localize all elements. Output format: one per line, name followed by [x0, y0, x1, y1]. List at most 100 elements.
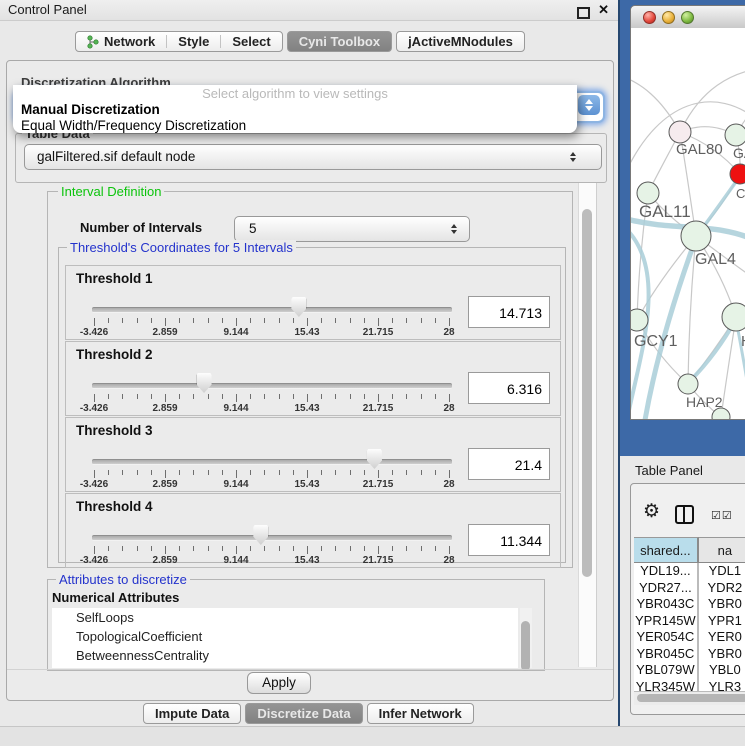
slider-track[interactable] [92, 307, 452, 313]
network-node-GAL80[interactable] [669, 121, 691, 143]
table-data-stepper[interactable] [570, 145, 576, 169]
dropdown-placeholder-item[interactable]: Select algorithm to view settings [13, 85, 577, 102]
tick-label: 9.144 [223, 403, 248, 414]
tick-mark [293, 318, 294, 323]
close-traffic-button[interactable] [643, 11, 656, 24]
network-node-GAL11[interactable] [637, 182, 659, 204]
table-row[interactable]: YDL19...YDL1 [634, 563, 745, 580]
slider-track[interactable] [92, 383, 452, 389]
tick-mark [193, 470, 194, 475]
tab-segment-jactive: jActiveMNodules [396, 31, 525, 52]
scrollbar-thumb[interactable] [582, 209, 592, 577]
tab-impute-data[interactable]: Impute Data [144, 704, 240, 723]
network-node-HAP2[interactable] [678, 374, 698, 394]
apply-button[interactable]: Apply [247, 672, 311, 694]
close-icon[interactable]: ✕ [598, 2, 609, 18]
attributes-to-discretize-group: Attributes to discretize Numerical Attri… [47, 579, 545, 671]
table-row[interactable]: YBR043CYBR0 [634, 596, 745, 613]
network-edge[interactable] [680, 68, 745, 132]
gear-icon[interactable]: ⚙ [643, 500, 660, 523]
tick-mark [364, 470, 365, 475]
tab-infer-network[interactable]: Infer Network [368, 704, 473, 723]
slider-track[interactable] [92, 459, 452, 465]
list-item[interactable]: SelfLoops [52, 608, 518, 627]
tick-label: 21.715 [363, 479, 394, 490]
scrollbar-thumb[interactable] [521, 621, 530, 671]
tab-network[interactable]: Network [76, 32, 166, 51]
number-of-intervals-stepper[interactable] [451, 217, 457, 241]
slider-thumb[interactable] [291, 297, 306, 317]
network-icon [87, 35, 99, 49]
scrollbar-thumb[interactable] [637, 694, 745, 702]
list-item[interactable]: TopologicalCoefficient [52, 627, 518, 646]
numerical-attributes-list[interactable]: SelfLoopsTopologicalCoefficientBetweenne… [52, 608, 518, 668]
tab-jactivemnodules[interactable]: jActiveMNodules [397, 32, 524, 51]
number-of-intervals-select[interactable]: 5 [234, 216, 470, 242]
tick-label: 9.144 [223, 479, 248, 490]
panel-vertical-scrollbar[interactable] [578, 183, 597, 667]
cell-shared-name: YDR27... [634, 580, 699, 597]
top-tab-row: Network Style Select Cyni Toolbox jActiv… [75, 31, 529, 52]
table-row[interactable]: YER054CYER0 [634, 629, 745, 646]
slider-thumb[interactable] [197, 373, 212, 393]
threshold-value-field[interactable]: 6.316 [468, 372, 550, 404]
minimize-traffic-button[interactable] [662, 11, 675, 24]
zoom-traffic-button[interactable] [681, 11, 694, 24]
slider-track[interactable] [92, 535, 452, 541]
table-horizontal-scrollbar[interactable] [634, 691, 745, 705]
tab-select[interactable]: Select [221, 32, 281, 51]
column-header-shared-name[interactable]: shared... [634, 537, 699, 563]
tick-mark [236, 470, 237, 478]
tab-discretize-data[interactable]: Discretize Data [246, 704, 361, 723]
table-row[interactable]: YBR045CYBR0 [634, 646, 745, 663]
table-data-select[interactable]: galFiltered.sif default node [24, 144, 602, 170]
tick-mark [137, 318, 138, 323]
float-window-icon[interactable] [577, 7, 590, 19]
tick-mark [236, 546, 237, 554]
tick-label: -3.426 [80, 555, 108, 566]
number-of-intervals-value: 5 [235, 217, 469, 241]
threshold-value-field[interactable]: 11.344 [468, 524, 550, 556]
attributes-list-scrollbar[interactable] [520, 608, 532, 668]
tick-mark [250, 546, 251, 551]
table-row[interactable]: YDR27...YDR2 [634, 580, 745, 597]
column-layout-icon[interactable] [675, 505, 694, 524]
threshold-value-field[interactable]: 21.4 [468, 448, 550, 480]
network-node-GAL4[interactable] [681, 221, 711, 251]
table-row[interactable]: YBL079WYBL0 [634, 662, 745, 679]
column-header-name[interactable]: na [699, 537, 745, 563]
table-row[interactable]: YLR345WYLR3 [634, 679, 745, 692]
tick-mark [108, 318, 109, 323]
tick-mark [151, 318, 152, 323]
tick-mark [122, 318, 123, 323]
network-node-H[interactable] [722, 303, 745, 331]
tick-mark [94, 318, 95, 326]
dropdown-item-manual-discretization[interactable]: Manual Discretization [13, 102, 577, 118]
cell-name: YLR3 [699, 679, 745, 692]
tick-mark [264, 318, 265, 323]
tick-mark [179, 394, 180, 399]
algorithm-select-stepper[interactable] [578, 95, 600, 115]
dropdown-item-equal-width[interactable]: Equal Width/Frequency Discretization [13, 118, 577, 133]
tick-mark [122, 546, 123, 551]
threshold-value-field[interactable]: 14.713 [468, 296, 550, 328]
checkbox-icons[interactable]: ☑☑ [711, 509, 733, 522]
tab-style[interactable]: Style [167, 32, 220, 51]
network-window-titlebar[interactable] [631, 6, 745, 29]
tab-cyni-toolbox[interactable]: Cyni Toolbox [288, 32, 391, 51]
up-arrow-icon [585, 99, 593, 104]
cyni-toolbox-panel: Discretization Algorithm Select algorith… [6, 60, 614, 701]
table-row[interactable]: YPR145WYPR1 [634, 613, 745, 630]
tick-mark [364, 394, 365, 399]
network-canvas[interactable]: GAL80GACGAL11GAL4GCY1HHAP2 [631, 28, 745, 419]
network-node-C[interactable] [730, 164, 745, 184]
list-item[interactable]: BetweennessCentrality [52, 646, 518, 665]
tick-label: 28 [443, 327, 454, 338]
slider-thumb[interactable] [253, 525, 268, 545]
network-node-GCY1[interactable] [631, 309, 648, 331]
network-node-GA[interactable] [725, 124, 745, 146]
tick-mark [236, 394, 237, 402]
slider-thumb[interactable] [367, 449, 382, 469]
status-strip [0, 726, 745, 746]
tick-mark [208, 546, 209, 551]
